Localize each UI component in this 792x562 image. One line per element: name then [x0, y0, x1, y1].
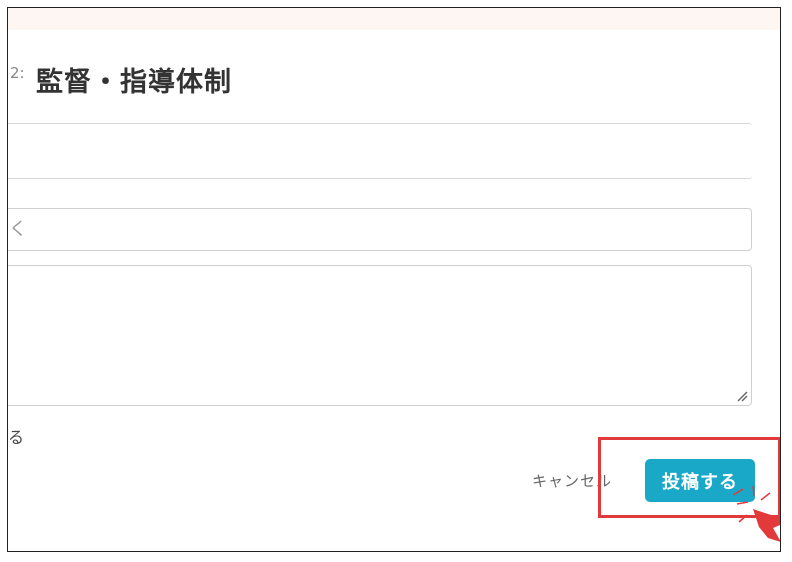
field-box[interactable]	[8, 123, 752, 179]
post-body-textarea[interactable]	[8, 265, 752, 406]
page-title: 監督・指導体制	[36, 67, 232, 98]
screenshot-frame: 2: 監督・指導体制 く る キャンセル 投稿する	[7, 7, 781, 552]
option-label-partial: る	[8, 428, 25, 447]
post-title-input[interactable]: く	[8, 208, 752, 251]
top-banner-strip	[8, 8, 780, 30]
mouse-pointer-icon	[732, 485, 780, 542]
resize-handle-icon[interactable]	[736, 390, 748, 402]
title-prefix: 2:	[10, 64, 25, 82]
